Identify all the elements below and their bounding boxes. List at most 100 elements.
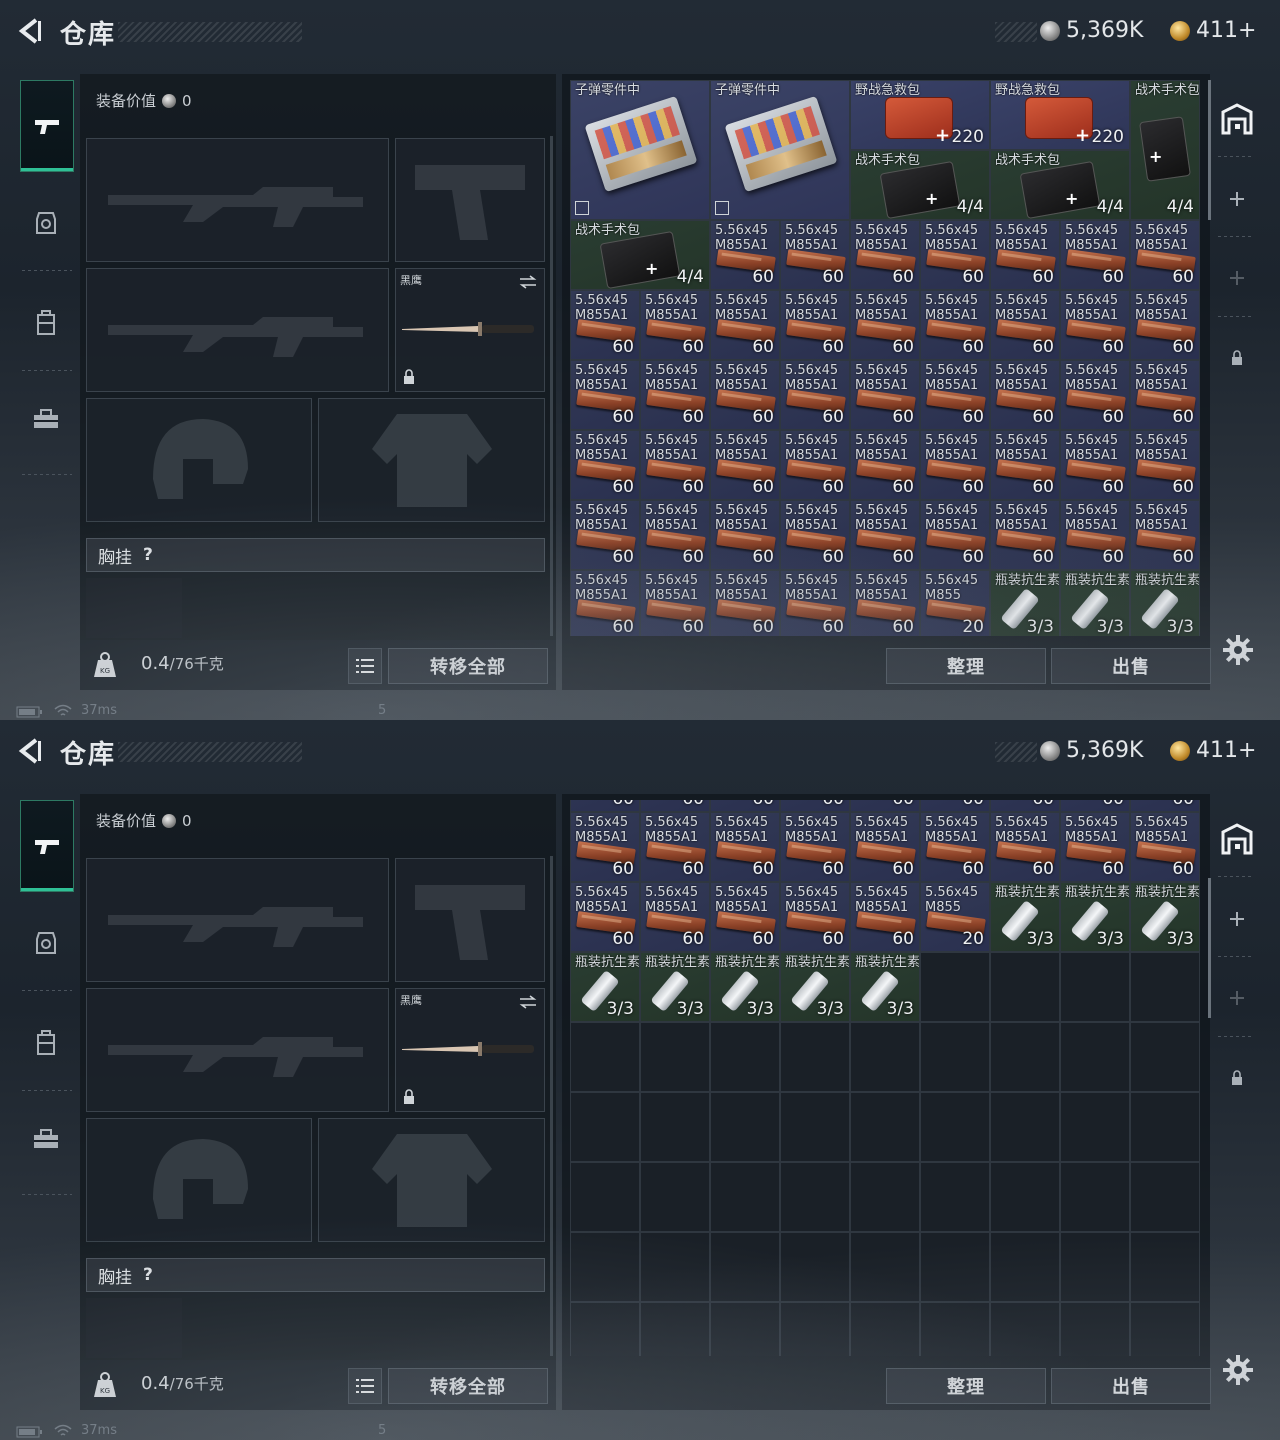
stash-item-ammo[interactable]: 5.56x45 M855A1 60 <box>570 882 640 952</box>
empty-slot[interactable] <box>570 1162 640 1232</box>
stash-item-ammo[interactable]: 5.56x45 M855A1 60 <box>710 570 780 636</box>
chest-rig-slot[interactable]: 胸挂 ? <box>86 1258 545 1292</box>
empty-slot[interactable] <box>640 1232 710 1302</box>
stash-item-ammo[interactable]: 5.56x45 M855A1 60 <box>850 360 920 430</box>
sell-button[interactable]: 出售 <box>1051 648 1211 684</box>
stash-item-ammo[interactable]: 5.56x45 M855A1 60 <box>710 430 780 500</box>
stash-item-blackkit[interactable]: + 战术手术包 4/4 <box>1130 80 1200 220</box>
stash-item-ammo[interactable]: 5.56x45 M855A1 60 <box>1060 812 1130 882</box>
empty-slot[interactable] <box>570 1092 640 1162</box>
helmet-slot[interactable] <box>86 398 312 522</box>
nav-armor[interactable] <box>20 178 72 268</box>
stash-item-blackkit[interactable]: + 战术手术包 4/4 <box>570 220 710 290</box>
stash-item-ammo[interactable]: 5.56x45 M855A1 60 <box>1060 360 1130 430</box>
stash-item-ammo[interactable]: 5.56x45 M855A1 60 <box>780 360 850 430</box>
stash-item-ammo[interactable]: 5.56x45 M855A1 60 <box>780 570 850 636</box>
stash-item-vial[interactable]: 瓶装抗生素 3/3 <box>1130 882 1200 952</box>
stash-scrollbar[interactable] <box>1208 878 1211 1018</box>
stash-item-ammo[interactable]: 5.56x45 M855A1 60 <box>570 570 640 636</box>
pistol-slot[interactable] <box>395 858 545 982</box>
empty-slot[interactable] <box>640 1162 710 1232</box>
stash-item-ammo[interactable]: 5.56x45 M855A1 60 <box>990 220 1060 290</box>
stash-item-ammo[interactable]: 5.56x45 M855A1 60 <box>710 882 780 952</box>
empty-slot[interactable] <box>1130 1022 1200 1092</box>
empty-slot[interactable] <box>920 1302 990 1356</box>
gold-currency[interactable]: 411+ <box>1170 18 1256 43</box>
stash-item-ammo[interactable]: 5.56x45 M855A1 60 <box>780 882 850 952</box>
stash-item-ammo[interactable]: 5.56x45 M855A1 60 <box>990 430 1060 500</box>
stash-item-ammo[interactable]: 5.56x45 M855A1 60 <box>570 290 640 360</box>
empty-slot[interactable] <box>1130 1232 1200 1302</box>
nav-case[interactable] <box>20 1094 72 1184</box>
stash-item-ammo[interactable]: 5.56x45 M855A1 60 <box>1130 290 1200 360</box>
empty-slot[interactable] <box>710 1302 780 1356</box>
empty-slot[interactable] <box>1060 1302 1130 1356</box>
stash-item-ammo[interactable]: 5.56x45 M855A1 60 <box>850 430 920 500</box>
empty-slot[interactable] <box>990 1232 1060 1302</box>
stash-item-ammo[interactable]: 60 <box>780 800 850 812</box>
stash-item-ammo[interactable]: 5.56x45 M855A1 60 <box>640 812 710 882</box>
stash-item-ammo[interactable]: 5.56x45 M855A1 60 <box>570 360 640 430</box>
chest-rig-item-slot[interactable] <box>86 578 182 638</box>
storage-icon[interactable] <box>1220 102 1254 136</box>
swap-icon[interactable] <box>518 275 538 289</box>
stash-item-redkit[interactable]: + 野战急救包 220 <box>850 80 990 150</box>
stash-item-ammo[interactable]: 60 <box>920 800 990 812</box>
empty-slot[interactable] <box>1130 1302 1200 1356</box>
plus-icon[interactable] <box>1229 990 1245 1006</box>
empty-slot[interactable] <box>710 1232 780 1302</box>
stash-item-ammo[interactable]: 5.56x45 M855A1 60 <box>640 290 710 360</box>
stash-item-ammo[interactable]: 5.56x45 M855A1 60 <box>780 220 850 290</box>
stash-item-ammo[interactable]: 5.56x45 M855A1 60 <box>1060 290 1130 360</box>
stash-item-ammo[interactable]: 5.56x45 M855A1 60 <box>710 220 780 290</box>
back-arrow-icon[interactable] <box>16 736 46 766</box>
empty-slot[interactable] <box>1060 1162 1130 1232</box>
equipment-scrollbar[interactable] <box>550 136 553 636</box>
stash-item-vial[interactable]: 瓶装抗生素 3/3 <box>1130 570 1200 636</box>
empty-slot[interactable] <box>780 1302 850 1356</box>
stash-item-ammo[interactable]: 60 <box>710 800 780 812</box>
empty-slot[interactable] <box>640 1022 710 1092</box>
stash-item-vial[interactable]: 瓶装抗生素 3/3 <box>780 952 850 1022</box>
transfer-all-button[interactable]: 转移全部 <box>388 1368 548 1404</box>
stash-item-ammo[interactable]: 5.56x45 M855A1 60 <box>780 430 850 500</box>
stash-item-ammo[interactable]: 5.56x45 M855A1 60 <box>920 290 990 360</box>
settings-gear-icon[interactable] <box>1222 634 1254 666</box>
empty-slot[interactable] <box>570 1232 640 1302</box>
stash-item-vial[interactable]: 瓶装抗生素 3/3 <box>1060 570 1130 636</box>
stash-item-vial[interactable]: 瓶装抗生素 3/3 <box>1060 882 1130 952</box>
stash-item-ammo[interactable]: 5.56x45 M855A1 60 <box>570 500 640 570</box>
stash-item-vial[interactable]: 瓶装抗生素 3/3 <box>850 952 920 1022</box>
empty-slot[interactable] <box>1130 1092 1200 1162</box>
nav-armor[interactable] <box>20 898 72 988</box>
stash-item-ammo[interactable]: 5.56x45 M855A1 60 <box>850 882 920 952</box>
empty-slot[interactable] <box>1060 1232 1130 1302</box>
empty-slot[interactable] <box>990 952 1060 1022</box>
chest-rig-slot[interactable]: 胸挂 ? <box>86 538 545 572</box>
stash-item-ammo[interactable]: 5.56x45 M855A1 60 <box>570 812 640 882</box>
primary-weapon-slot[interactable] <box>86 858 389 982</box>
empty-slot[interactable] <box>990 1022 1060 1092</box>
empty-slot[interactable] <box>780 1022 850 1092</box>
stash-item-ammobox[interactable]: 子弹零件中 <box>570 80 710 220</box>
empty-slot[interactable] <box>570 1302 640 1356</box>
stash-item-ammo[interactable]: 5.56x45 M855A1 60 <box>710 290 780 360</box>
nav-case[interactable] <box>20 374 72 464</box>
secondary-weapon-slot[interactable] <box>86 988 389 1112</box>
nav-backpack[interactable] <box>20 278 72 368</box>
empty-slot[interactable] <box>1060 1092 1130 1162</box>
empty-slot[interactable] <box>640 1092 710 1162</box>
empty-slot[interactable] <box>780 1162 850 1232</box>
stash-item-ammo[interactable]: 5.56x45 M855A1 60 <box>850 290 920 360</box>
stash-item-vial[interactable]: 瓶装抗生素 3/3 <box>570 952 640 1022</box>
stash-item-ammoalt[interactable]: 5.56x45 M855 20 <box>920 570 990 636</box>
empty-slot[interactable] <box>710 1092 780 1162</box>
stash-item-ammo[interactable]: 5.56x45 M855A1 60 <box>710 812 780 882</box>
stash-item-ammo[interactable]: 5.56x45 M855A1 60 <box>1130 430 1200 500</box>
stash-item-ammo[interactable]: 60 <box>640 800 710 812</box>
lock-icon[interactable] <box>1230 1070 1244 1086</box>
stash-item-ammo[interactable]: 5.56x45 M855A1 60 <box>1060 500 1130 570</box>
helmet-slot[interactable] <box>86 1118 312 1242</box>
stash-item-ammo[interactable]: 5.56x45 M855A1 60 <box>710 360 780 430</box>
equipment-scrollbar[interactable] <box>550 856 553 1356</box>
